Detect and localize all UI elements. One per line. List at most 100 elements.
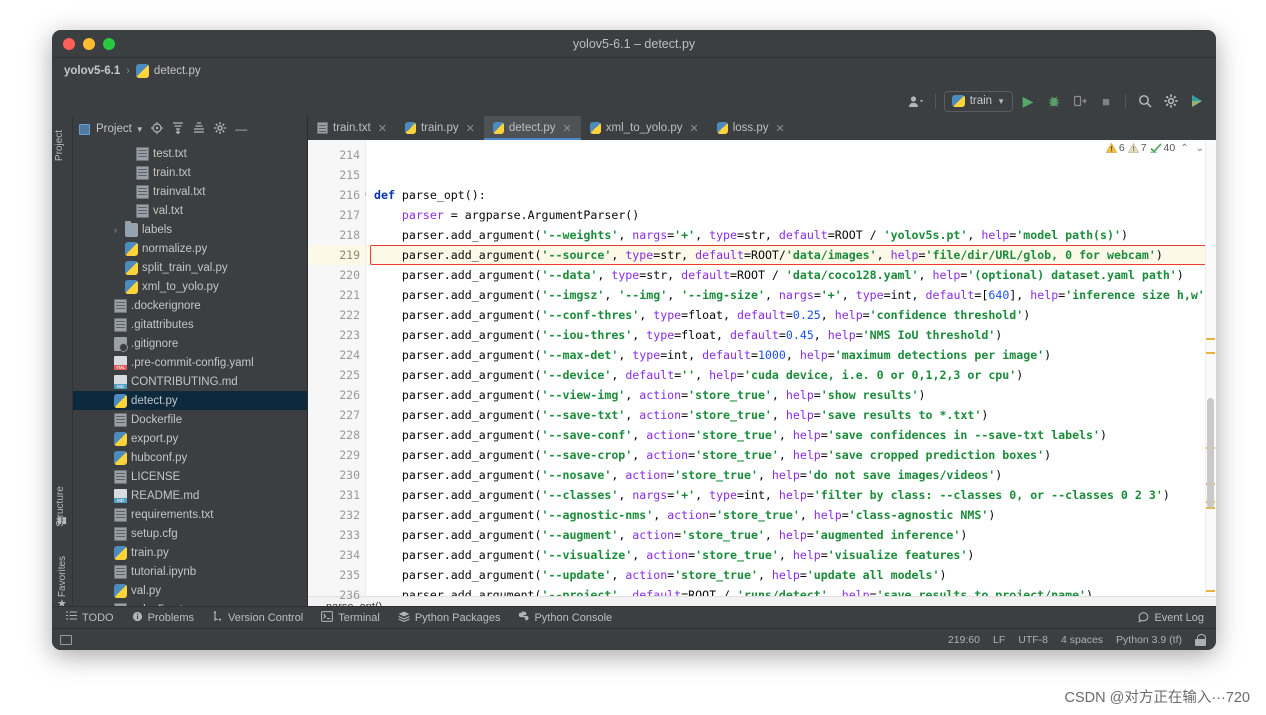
chevron-up-icon[interactable]: ⌃	[1178, 143, 1190, 154]
expand-all-icon[interactable]	[171, 121, 186, 137]
weak-warning-count[interactable]: 7	[1127, 142, 1147, 154]
editor-scrollbar[interactable]	[1205, 140, 1216, 596]
code-line[interactable]: parser.add_argument('--augment', action=…	[366, 525, 1216, 545]
line-number[interactable]: 217	[308, 205, 365, 225]
code-editor[interactable]: 214215216⊖217218219220221222223224225226…	[308, 140, 1216, 622]
line-number[interactable]: 218	[308, 225, 365, 245]
code-line[interactable]: parser.add_argument('--conf-thres', type…	[366, 305, 1216, 325]
chevron-down-icon[interactable]: ▼	[136, 125, 144, 134]
code-line[interactable]: parser.add_argument('--agnostic-nms', ac…	[366, 505, 1216, 525]
tree-item-export-py[interactable]: export.py	[73, 429, 307, 448]
line-number[interactable]: 215	[308, 165, 365, 185]
tree-item-test-txt[interactable]: test.txt	[73, 144, 307, 163]
code-line[interactable]: parser.add_argument('--update', action='…	[366, 565, 1216, 585]
debug-bug-icon[interactable]	[1043, 90, 1065, 112]
breadcrumb-project[interactable]: yolov5-6.1	[64, 65, 120, 77]
file-encoding[interactable]: UTF-8	[1018, 634, 1048, 646]
run-configuration-selector[interactable]: train ▼	[943, 90, 1013, 112]
collapse-all-icon[interactable]	[192, 121, 207, 137]
editor-tab-train-py[interactable]: train.py ✕	[396, 116, 484, 140]
tree-item-hubconf-py[interactable]: hubconf.py	[73, 448, 307, 467]
tree-item-trainval-txt[interactable]: trainval.txt	[73, 182, 307, 201]
user-icon[interactable]	[905, 90, 927, 112]
editor-tab-detect-py[interactable]: detect.py ✕	[483, 116, 581, 140]
line-number[interactable]: 233	[308, 525, 365, 545]
rail-favorites-button[interactable]: Favorites	[57, 556, 68, 597]
tree-item--dockerignore[interactable]: .dockerignore	[73, 296, 307, 315]
line-number[interactable]: 223	[308, 325, 365, 345]
code-line[interactable]: parser.add_argument('--imgsz', '--img', …	[366, 285, 1216, 305]
tool-window-button-todo[interactable]: TODO	[66, 611, 114, 624]
project-panel-title[interactable]: Project	[96, 123, 132, 135]
tool-window-button-problems[interactable]: Problems	[132, 611, 194, 625]
code-line[interactable]: parser.add_argument('--weights', nargs='…	[366, 225, 1216, 245]
line-number[interactable]: 226	[308, 385, 365, 405]
code-content[interactable]: def parse_opt(): parser = argparse.Argum…	[366, 140, 1216, 596]
hide-panel-icon[interactable]: —	[234, 122, 249, 136]
line-number-gutter[interactable]: 214215216⊖217218219220221222223224225226…	[308, 140, 377, 622]
line-number[interactable]: 235	[308, 565, 365, 585]
tree-item-val-py[interactable]: val.py	[73, 581, 307, 600]
line-separator[interactable]: LF	[993, 634, 1005, 646]
scrollbar-mark[interactable]	[1206, 590, 1215, 592]
search-icon[interactable]	[1134, 90, 1156, 112]
python-interpreter[interactable]: Python 3.9 (tf)	[1116, 634, 1182, 646]
code-line[interactable]: parser.add_argument('--project', default…	[366, 585, 1216, 596]
code-line[interactable]: parser.add_argument('--device', default=…	[366, 365, 1216, 385]
tree-item-tutorial-ipynb[interactable]: tutorial.ipynb	[73, 562, 307, 581]
scrollbar-mark[interactable]	[1206, 338, 1215, 340]
line-number[interactable]: 224	[308, 345, 365, 365]
inspection-widget[interactable]: 6 7 40 ⌃ ⌄	[1105, 142, 1206, 154]
tool-window-button-python-console[interactable]: Python Console	[518, 611, 612, 625]
line-number[interactable]: 230	[308, 465, 365, 485]
line-number[interactable]: 231	[308, 485, 365, 505]
warning-count[interactable]: 6	[1105, 142, 1125, 154]
line-number[interactable]: 214	[308, 145, 365, 165]
run-coverage-icon[interactable]	[1069, 90, 1091, 112]
code-line[interactable]: parser.add_argument('--view-img', action…	[366, 385, 1216, 405]
tree-item--gitattributes[interactable]: .gitattributes	[73, 315, 307, 334]
line-number[interactable]: 222	[308, 305, 365, 325]
code-line[interactable]: parser.add_argument('--data', type=str, …	[366, 265, 1216, 285]
chevron-right-icon[interactable]: ›	[110, 225, 121, 235]
close-tab-icon[interactable]: ✕	[563, 122, 572, 135]
code-line[interactable]: parser.add_argument('--save-crop', actio…	[366, 445, 1216, 465]
line-number[interactable]: 225	[308, 365, 365, 385]
tree-item-split-train-val-py[interactable]: split_train_val.py	[73, 258, 307, 277]
tree-item-xml-to-yolo-py[interactable]: xml_to_yolo.py	[73, 277, 307, 296]
line-number[interactable]: 232	[308, 505, 365, 525]
close-window-button[interactable]	[63, 38, 75, 50]
tree-item--pre-commit-config-yaml[interactable]: .pre-commit-config.yaml	[73, 353, 307, 372]
code-line[interactable]: parser.add_argument('--source', type=str…	[366, 245, 1216, 265]
editor-tab-loss-py[interactable]: loss.py ✕	[708, 116, 794, 140]
event-log-button[interactable]: Event Log	[1138, 612, 1204, 624]
tree-item-requirements-txt[interactable]: requirements.txt	[73, 505, 307, 524]
gear-icon[interactable]	[1160, 90, 1182, 112]
stop-icon[interactable]: ■	[1095, 90, 1117, 112]
code-line[interactable]: parser.add_argument('--save-txt', action…	[366, 405, 1216, 425]
code-line[interactable]: parser = argparse.ArgumentParser()	[366, 205, 1216, 225]
code-line[interactable]: parser.add_argument('--save-conf', actio…	[366, 425, 1216, 445]
code-line[interactable]	[366, 145, 1216, 165]
line-number[interactable]: 219	[308, 245, 377, 265]
status-bar-right[interactable]: 219:60 LF UTF-8 4 spaces Python 3.9 (tf)	[948, 633, 1206, 646]
editor-tab-train-txt[interactable]: train.txt ✕	[308, 116, 396, 140]
line-number[interactable]: 229	[308, 445, 365, 465]
tree-item-train-txt[interactable]: train.txt	[73, 163, 307, 182]
tool-window-button-version-control[interactable]: Version Control	[212, 610, 303, 625]
line-number[interactable]: 221	[308, 285, 365, 305]
tool-window-button-terminal[interactable]: Terminal	[321, 610, 380, 625]
code-line[interactable]: def parse_opt():	[366, 185, 1216, 205]
gear-icon[interactable]	[213, 121, 228, 137]
status-bar-left[interactable]	[52, 634, 72, 645]
tool-window-button-python-packages[interactable]: Python Packages	[398, 611, 500, 625]
close-tab-icon[interactable]: ✕	[776, 122, 785, 135]
traffic-lights[interactable]	[63, 30, 115, 58]
line-number[interactable]: 227	[308, 405, 365, 425]
code-line[interactable]	[366, 165, 1216, 185]
line-number[interactable]: 234	[308, 545, 365, 565]
tree-item-detect-py[interactable]: detect.py	[73, 391, 307, 410]
rail-project-button[interactable]: Project	[54, 130, 65, 161]
close-tab-icon[interactable]: ✕	[378, 122, 387, 135]
indent-setting[interactable]: 4 spaces	[1061, 634, 1103, 646]
